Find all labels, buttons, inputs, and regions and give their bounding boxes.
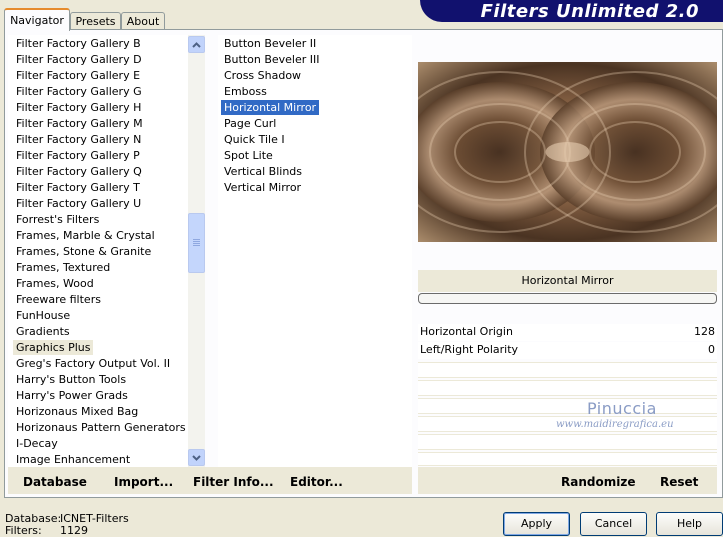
param-row-empty	[418, 434, 717, 450]
title-banner: Filters Unlimited 2.0	[420, 0, 723, 22]
param-row-empty	[418, 452, 717, 466]
progress-bar	[418, 293, 717, 304]
watermark-name: Pinuccia	[587, 399, 657, 418]
category-list[interactable]: Filter Factory Gallery B Filter Factory G…	[8, 35, 188, 467]
category-item[interactable]: Filter Factory Gallery B	[13, 36, 144, 51]
category-item[interactable]: Filter Factory Gallery E	[13, 68, 143, 83]
param-toolbar: Randomize Reset	[418, 467, 717, 494]
category-item[interactable]: FunHouse	[13, 308, 73, 323]
filters-count: 1129	[60, 524, 88, 537]
category-item[interactable]: Filter Factory Gallery P	[13, 148, 143, 163]
filter-item[interactable]: Quick Tile I	[221, 132, 288, 147]
category-item[interactable]: Filter Factory Gallery T	[13, 180, 143, 195]
filter-list[interactable]: Button Beveler II Button Beveler III Cross…	[218, 35, 412, 467]
tab-navigator[interactable]: Navigator	[4, 8, 70, 31]
param-row-empty	[418, 362, 717, 378]
filter-item[interactable]: Cross Shadow	[221, 68, 304, 83]
category-item[interactable]: Image Enhancement	[13, 452, 133, 467]
param-label: Left/Right Polarity	[420, 343, 519, 356]
category-item[interactable]: Gradients	[13, 324, 73, 339]
category-item[interactable]: Freeware filters	[13, 292, 104, 307]
param-row-horizontal-origin[interactable]: Horizontal Origin 128	[418, 324, 717, 341]
list-toolbar: Database Import... Filter Info... Editor…	[8, 467, 412, 494]
category-item[interactable]: Harry's Button Tools	[13, 372, 129, 387]
category-item[interactable]: Frames, Stone & Granite	[13, 244, 154, 259]
param-row-empty	[418, 398, 717, 414]
tab-presets[interactable]: Presets	[70, 12, 121, 30]
scroll-down-button[interactable]	[188, 449, 205, 466]
chevron-up-icon	[192, 41, 201, 48]
filter-info-button[interactable]: Filter Info...	[193, 475, 274, 489]
category-scrollbar[interactable]	[188, 35, 205, 467]
category-item[interactable]: Frames, Marble & Crystal	[13, 228, 158, 243]
param-value[interactable]: 128	[694, 325, 715, 338]
preview-filter-name: Horizontal Mirror	[418, 270, 717, 292]
cancel-button[interactable]: Cancel	[580, 512, 647, 536]
app-title: Filters Unlimited 2.0	[480, 1, 699, 22]
preview-image	[418, 62, 717, 242]
filter-item[interactable]: Vertical Mirror	[221, 180, 304, 195]
category-item[interactable]: Filter Factory Gallery Q	[13, 164, 145, 179]
filter-item[interactable]: Vertical Blinds	[221, 164, 305, 179]
category-item[interactable]: Filter Factory Gallery G	[13, 84, 145, 99]
apply-button[interactable]: Apply	[503, 512, 570, 536]
param-row-empty	[418, 380, 717, 396]
category-item[interactable]: Graphics Plus	[13, 340, 94, 355]
category-item[interactable]: Filter Factory Gallery M	[13, 116, 146, 131]
param-label: Horizontal Origin	[420, 325, 513, 338]
filter-item[interactable]: Horizontal Mirror	[221, 100, 320, 115]
filter-item[interactable]: Button Beveler III	[221, 52, 323, 67]
reset-button[interactable]: Reset	[660, 475, 698, 489]
category-item[interactable]: Filter Factory Gallery D	[13, 52, 145, 67]
filter-item[interactable]: Spot Lite	[221, 148, 276, 163]
category-item[interactable]: Forrest's Filters	[13, 212, 102, 227]
category-item[interactable]: Filter Factory Gallery H	[13, 100, 144, 115]
category-item[interactable]: Harry's Power Grads	[13, 388, 131, 403]
tab-about[interactable]: About	[121, 12, 165, 30]
param-value[interactable]: 0	[708, 343, 715, 356]
filter-item[interactable]: Emboss	[221, 84, 270, 99]
watermark-site: www.maidiregrafica.eu	[556, 419, 674, 430]
category-item[interactable]: I-Decay	[13, 436, 61, 451]
editor-button[interactable]: Editor...	[290, 475, 343, 489]
randomize-button[interactable]: Randomize	[561, 475, 635, 489]
chevron-down-icon	[192, 454, 201, 461]
category-item[interactable]: Horizonaus Mixed Bag	[13, 404, 141, 419]
filter-item[interactable]: Page Curl	[221, 116, 279, 131]
import-button[interactable]: Import...	[114, 475, 173, 489]
category-item[interactable]: Frames, Wood	[13, 276, 97, 291]
category-item[interactable]: Frames, Textured	[13, 260, 113, 275]
filters-info: Filters: 1129	[5, 524, 88, 537]
database-button[interactable]: Database	[23, 475, 87, 489]
scroll-up-button[interactable]	[188, 36, 205, 53]
category-item[interactable]: Filter Factory Gallery U	[13, 196, 144, 211]
category-item[interactable]: Filter Factory Gallery N	[13, 132, 144, 147]
filter-item[interactable]: Button Beveler II	[221, 36, 319, 51]
param-row-left-right-polarity[interactable]: Left/Right Polarity 0	[418, 342, 717, 359]
scroll-thumb[interactable]	[188, 213, 205, 273]
category-item[interactable]: Horizonaus Pattern Generators	[13, 420, 188, 435]
help-button[interactable]: Help	[656, 512, 723, 536]
filters-label: Filters:	[5, 524, 42, 537]
category-item[interactable]: Greg's Factory Output Vol. II	[13, 356, 173, 371]
